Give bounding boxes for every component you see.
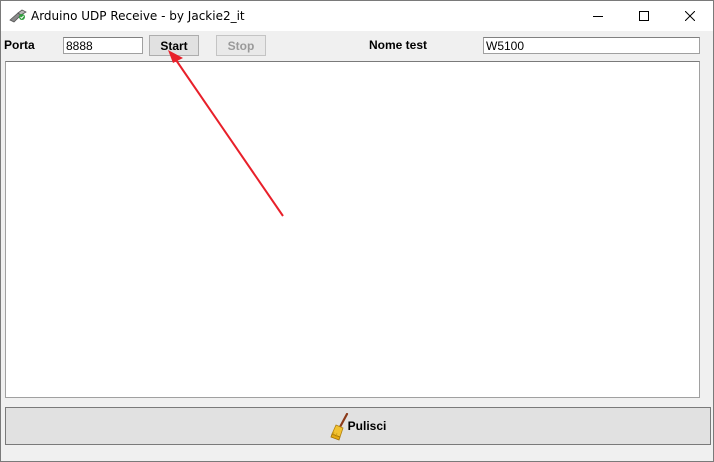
clear-button-label: Pulisci — [347, 419, 387, 433]
test-name-input[interactable]: W5100 — [483, 37, 700, 54]
port-label: Porta — [4, 38, 35, 52]
network-plug-icon — [9, 9, 27, 23]
stop-button[interactable]: Stop — [216, 35, 266, 56]
test-name-label: Nome test — [369, 38, 428, 52]
start-button[interactable]: Start — [149, 35, 199, 56]
clear-button[interactable]: Pulisci — [5, 407, 711, 445]
minimize-button[interactable] — [575, 1, 621, 31]
log-scrollbar[interactable] — [700, 61, 713, 398]
maximize-button[interactable] — [621, 1, 667, 31]
window-title: Arduino UDP Receive - by Jackie2_it — [31, 9, 245, 23]
app-window: Arduino UDP Receive - by Jackie2_it Port… — [0, 0, 714, 462]
title-bar[interactable]: Arduino UDP Receive - by Jackie2_it — [1, 1, 713, 31]
maximize-icon — [639, 11, 649, 21]
port-input[interactable]: 8888 — [63, 37, 143, 54]
log-textarea[interactable] — [5, 61, 700, 398]
minimize-icon — [593, 16, 603, 17]
close-button[interactable] — [667, 1, 713, 31]
close-icon — [685, 11, 695, 21]
